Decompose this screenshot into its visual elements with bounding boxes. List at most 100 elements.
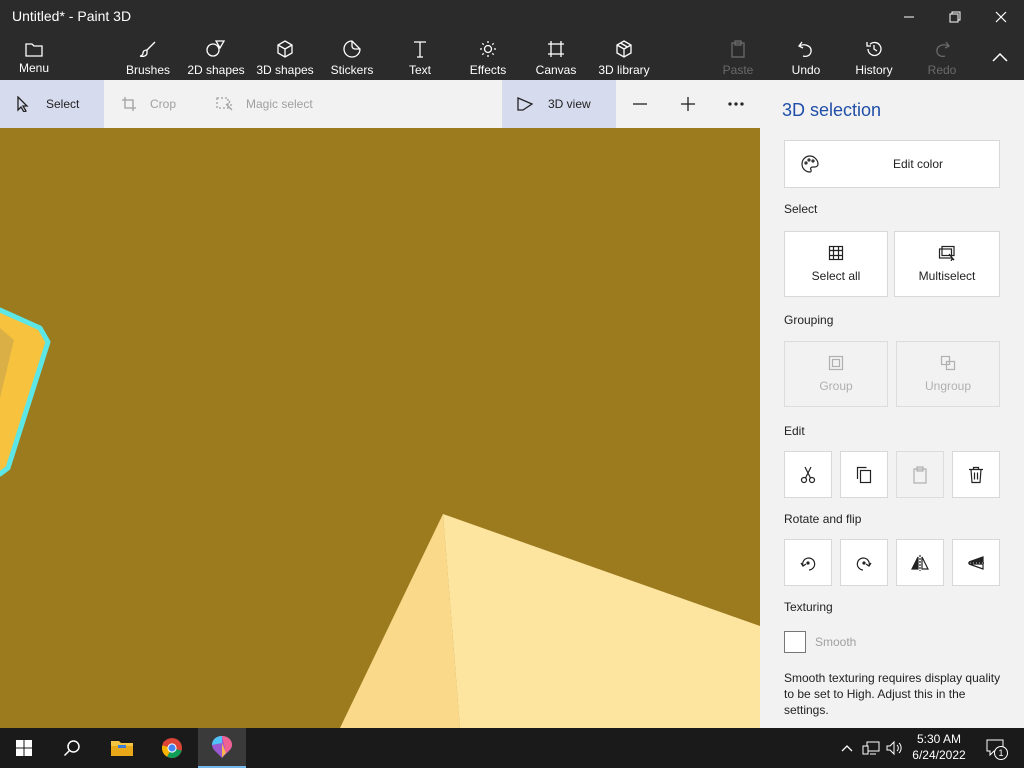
clock-date: 6/24/2022 bbox=[912, 748, 966, 762]
group-button[interactable]: Group bbox=[784, 341, 888, 407]
chevron-up-icon bbox=[990, 47, 1010, 67]
3d-shapes-tab[interactable]: 3D shapes bbox=[254, 36, 316, 80]
crop-icon bbox=[120, 95, 138, 113]
canvas-icon bbox=[546, 39, 566, 59]
3d-object-face-left bbox=[340, 514, 460, 728]
copy-icon bbox=[856, 466, 872, 483]
3d-scene[interactable] bbox=[0, 128, 760, 728]
brushes-label: Brushes bbox=[125, 63, 171, 77]
2d-shapes-tab[interactable]: 2D shapes bbox=[186, 36, 246, 80]
smooth-checkbox[interactable] bbox=[784, 631, 806, 653]
volume-button[interactable] bbox=[884, 728, 906, 768]
selected-3d-object[interactable] bbox=[0, 307, 51, 477]
canvas-tab[interactable]: Canvas bbox=[534, 36, 578, 80]
3d-selection-panel: 3D selection Edit color Select Select al… bbox=[760, 80, 1024, 728]
undo-button[interactable]: Undo bbox=[788, 36, 824, 80]
3d-view-icon bbox=[516, 95, 534, 113]
magic-select-tool[interactable]: Magic select bbox=[210, 80, 340, 128]
crop-tool[interactable]: Crop bbox=[114, 80, 204, 128]
select-all-label: Select all bbox=[811, 269, 861, 283]
cursor-icon bbox=[14, 95, 32, 113]
select-tool[interactable]: Select bbox=[0, 80, 104, 128]
history-label: History bbox=[855, 63, 893, 77]
copy-button[interactable] bbox=[840, 451, 888, 498]
edit-section-label: Edit bbox=[784, 424, 805, 438]
plus-icon bbox=[681, 97, 695, 111]
clock[interactable]: 5:30 AM 6/24/2022 bbox=[908, 731, 970, 763]
show-hidden-icons-button[interactable] bbox=[838, 728, 856, 768]
group-icon bbox=[828, 355, 844, 371]
select-section-label: Select bbox=[784, 202, 818, 216]
minimize-button[interactable] bbox=[886, 4, 932, 30]
rotate-section-label: Rotate and flip bbox=[784, 512, 862, 526]
redo-label: Redo bbox=[927, 63, 957, 77]
more-options-button[interactable] bbox=[722, 80, 750, 128]
brushes-tab[interactable]: Brushes bbox=[124, 36, 172, 80]
stickers-tab[interactable]: Stickers bbox=[328, 36, 376, 80]
ungroup-label: Ungroup bbox=[924, 379, 972, 393]
redo-icon bbox=[932, 39, 952, 59]
network-icon bbox=[862, 741, 880, 755]
search-icon bbox=[63, 740, 80, 757]
title-bar: Untitled* - Paint 3D Menu Brushes 2D sha… bbox=[0, 0, 1024, 80]
smooth-texturing-note: Smooth texturing requires display qualit… bbox=[784, 671, 1001, 717]
minus-icon bbox=[633, 103, 647, 105]
3d-shapes-label: 3D shapes bbox=[256, 63, 314, 77]
text-tab[interactable]: Text bbox=[402, 36, 438, 80]
search-button[interactable] bbox=[48, 728, 96, 768]
select-tool-label: Select bbox=[46, 97, 80, 111]
network-button[interactable] bbox=[860, 728, 882, 768]
close-button[interactable] bbox=[978, 4, 1024, 30]
chrome-icon bbox=[161, 738, 182, 759]
flip-vertical-icon bbox=[968, 555, 984, 570]
zoom-out-button[interactable] bbox=[626, 80, 654, 128]
3d-library-tab[interactable]: 3D library bbox=[596, 36, 652, 80]
start-button[interactable] bbox=[0, 728, 48, 768]
delete-button[interactable] bbox=[952, 451, 1000, 498]
paste-panel-button[interactable] bbox=[896, 451, 944, 498]
paint-3d-button[interactable] bbox=[198, 728, 246, 768]
crop-tool-label: Crop bbox=[150, 97, 177, 111]
rotate-left-icon bbox=[800, 556, 816, 571]
effects-label: Effects bbox=[469, 63, 507, 77]
chrome-button[interactable] bbox=[148, 728, 196, 768]
paste-icon bbox=[913, 465, 927, 484]
redo-button[interactable]: Redo bbox=[924, 36, 960, 80]
scissors-icon bbox=[800, 466, 816, 483]
paste-label: Paste bbox=[722, 63, 754, 77]
rotate-left-button[interactable] bbox=[784, 539, 832, 586]
undo-label: Undo bbox=[791, 63, 821, 77]
flip-horizontal-icon bbox=[911, 554, 929, 571]
notification-center-button[interactable]: 1 bbox=[978, 728, 1014, 768]
edit-color-button[interactable]: Edit color bbox=[784, 140, 1000, 188]
panel-title: 3D selection bbox=[782, 100, 882, 120]
text-icon bbox=[410, 39, 430, 59]
file-explorer-button[interactable] bbox=[98, 728, 146, 768]
paste-button[interactable]: Paste bbox=[720, 36, 756, 80]
menu-button[interactable]: Menu bbox=[14, 36, 54, 80]
flip-vertical-button[interactable] bbox=[952, 539, 1000, 586]
select-all-button[interactable]: Select all bbox=[784, 231, 888, 297]
3d-view-toggle[interactable]: 3D view bbox=[502, 80, 616, 128]
flip-horizontal-button[interactable] bbox=[896, 539, 944, 586]
cut-button[interactable] bbox=[784, 451, 832, 498]
ungroup-button[interactable]: Ungroup bbox=[896, 341, 1000, 407]
history-button[interactable]: History bbox=[852, 36, 896, 80]
magic-select-icon bbox=[216, 95, 234, 113]
canvas-label: Canvas bbox=[535, 63, 577, 77]
select-all-icon bbox=[828, 245, 844, 261]
3d-library-icon bbox=[614, 39, 634, 59]
canvas-area[interactable] bbox=[0, 128, 760, 728]
menu-label: Menu bbox=[18, 61, 50, 75]
texturing-section-label: Texturing bbox=[784, 600, 833, 614]
zoom-in-button[interactable] bbox=[674, 80, 702, 128]
brush-icon bbox=[138, 39, 158, 59]
window-title: Untitled* - Paint 3D bbox=[12, 8, 132, 24]
restore-button[interactable] bbox=[932, 4, 978, 30]
2d-shapes-label: 2D shapes bbox=[187, 63, 245, 77]
cube-icon bbox=[275, 39, 295, 59]
effects-tab[interactable]: Effects bbox=[468, 36, 508, 80]
multiselect-button[interactable]: Multiselect bbox=[894, 231, 1000, 297]
rotate-right-button[interactable] bbox=[840, 539, 888, 586]
restore-icon bbox=[949, 11, 961, 23]
